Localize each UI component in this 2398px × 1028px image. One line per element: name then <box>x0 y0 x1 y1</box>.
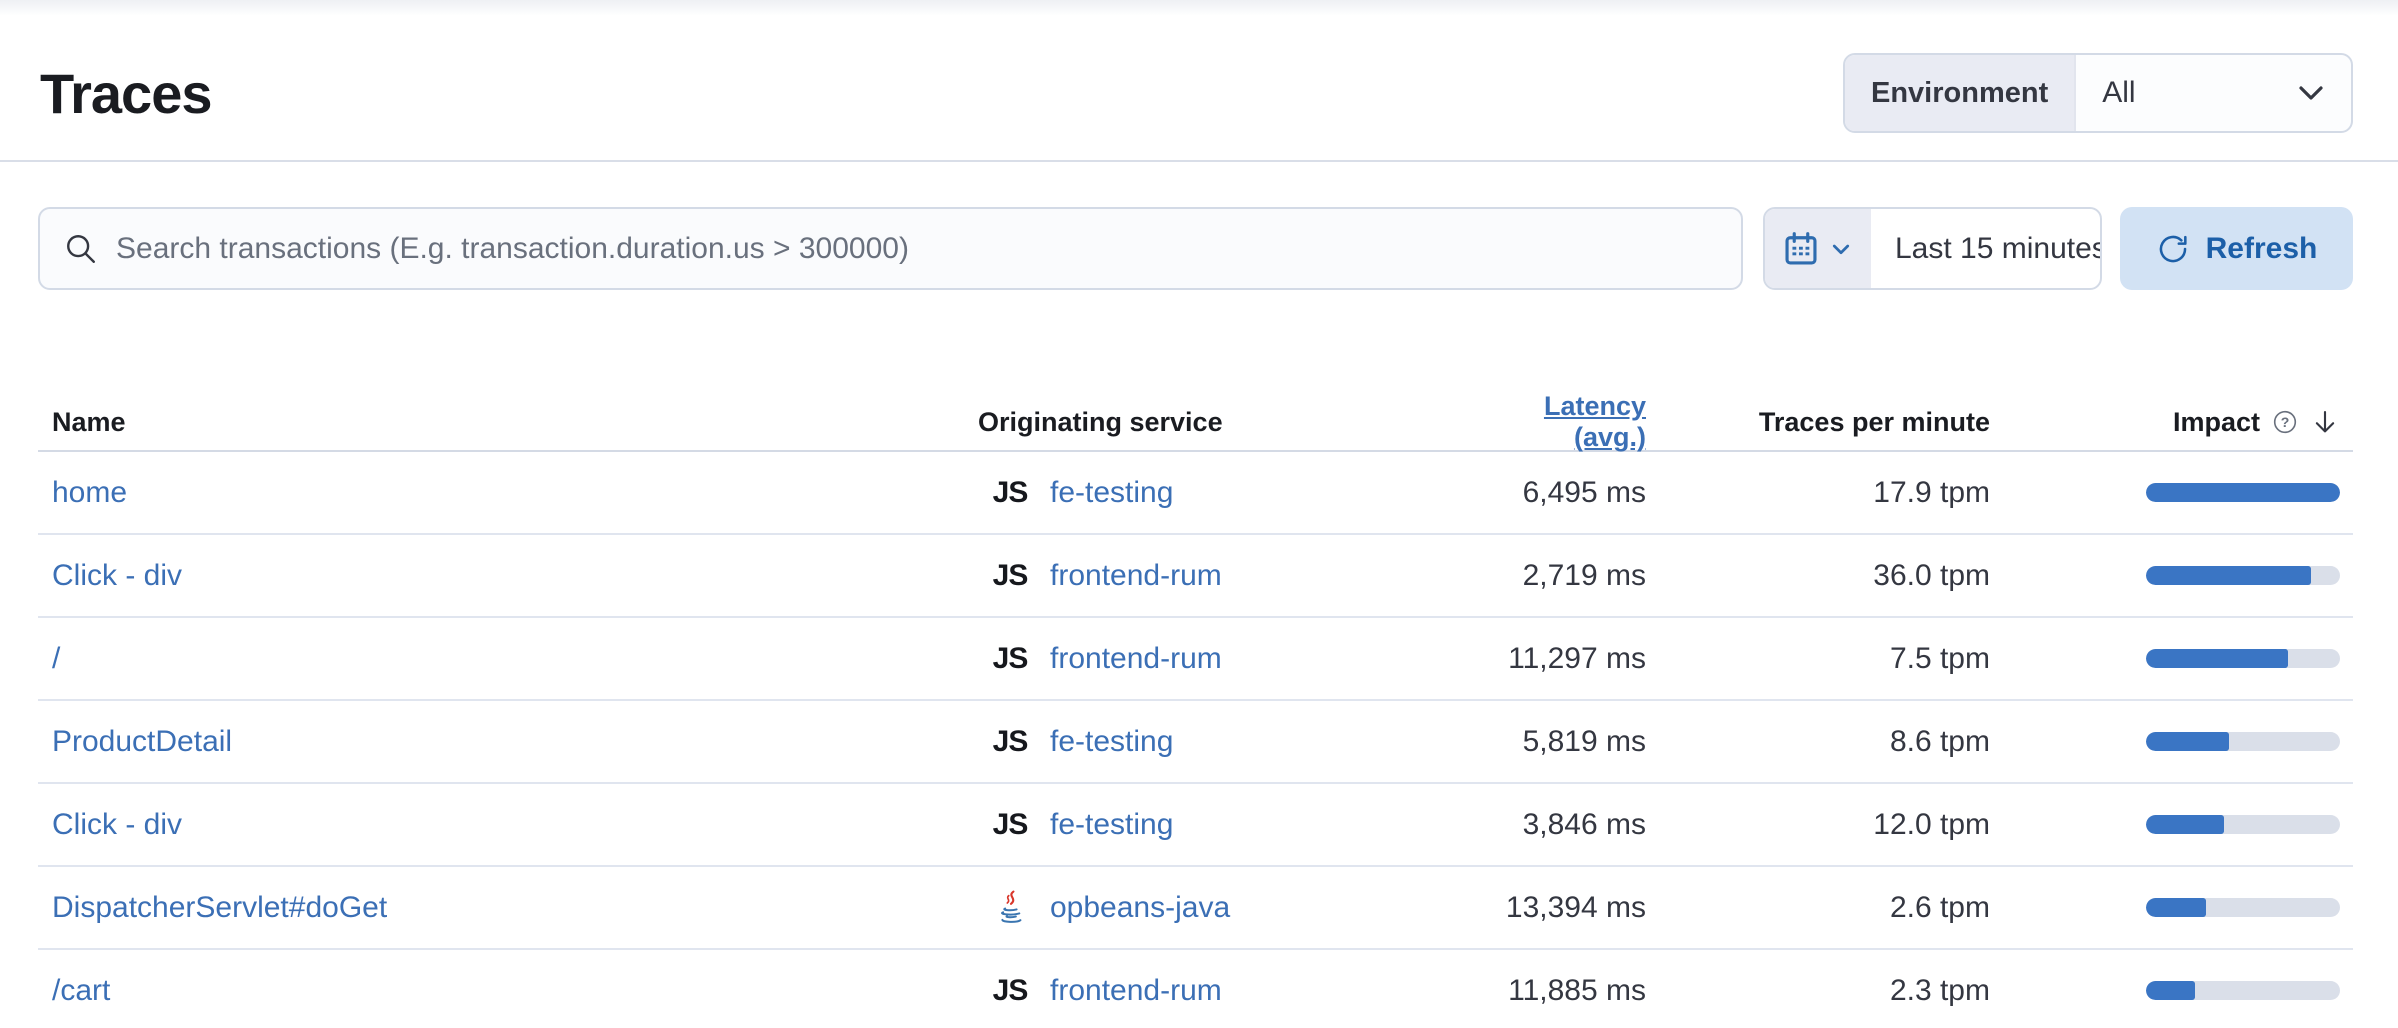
latency-value: 13,394 ms <box>1468 891 1646 925</box>
environment-value: All <box>2102 76 2135 110</box>
environment-label: Environment <box>1845 55 2076 131</box>
table-row: / JS frontend-rum 11,297 ms 7.5 tpm <box>38 618 2353 701</box>
impact-bar <box>2146 815 2340 834</box>
js-agent-icon: JS <box>993 559 1028 593</box>
chevron-down-icon <box>2295 77 2327 109</box>
transaction-name-link[interactable]: ProductDetail <box>52 725 232 758</box>
chevron-down-icon <box>1829 237 1853 261</box>
js-agent-icon: JS <box>993 642 1028 676</box>
table-header-row: Name Originating service Latency (avg.) … <box>38 394 2353 452</box>
tpm-value: 17.9 tpm <box>1646 476 1990 510</box>
tpm-value: 12.0 tpm <box>1646 808 1990 842</box>
impact-bar <box>2146 732 2340 751</box>
table-row: /cart JS frontend-rum 11,885 ms 2.3 <box>38 950 2353 1028</box>
latency-value: 5,819 ms <box>1468 725 1646 759</box>
impact-bar-fill <box>2146 649 2288 668</box>
table-row: Click - div JS frontend-rum 2,719 ms <box>38 535 2353 618</box>
js-agent-icon: JS <box>993 974 1028 1008</box>
refresh-button[interactable]: Refresh <box>2120 207 2353 290</box>
impact-bar-fill <box>2146 981 2195 1000</box>
tpm-value: 7.5 tpm <box>1646 642 1990 676</box>
tpm-value: 8.6 tpm <box>1646 725 1990 759</box>
impact-bar-fill <box>2146 815 2224 834</box>
js-agent-icon: JS <box>993 476 1028 510</box>
service-link[interactable]: fe-testing <box>1050 476 1173 510</box>
latency-value: 11,885 ms <box>1468 974 1646 1008</box>
impact-bar <box>2146 483 2340 502</box>
traces-page: Traces Environment All <box>0 0 2398 1028</box>
service-link[interactable]: opbeans-java <box>1050 891 1230 925</box>
calendar-icon <box>1783 231 1819 267</box>
table-row: home JS fe-testing 6,495 ms 17.9 tpm <box>38 452 2353 535</box>
column-header-name: Name <box>38 407 978 438</box>
column-header-service: Originating service <box>978 407 1468 438</box>
transaction-name-link[interactable]: DispatcherServlet#doGet <box>52 891 387 924</box>
latency-value: 11,297 ms <box>1468 642 1646 676</box>
tpm-value: 36.0 tpm <box>1646 559 1990 593</box>
search-input[interactable] <box>116 232 1719 266</box>
traces-table: Name Originating service Latency (avg.) … <box>38 290 2353 1028</box>
page-title: Traces <box>40 61 212 126</box>
impact-bar-fill <box>2146 898 2206 917</box>
column-header-latency[interactable]: Latency (avg.) <box>1468 391 1646 453</box>
transaction-name-link[interactable]: Click - div <box>52 808 182 841</box>
latency-value: 6,495 ms <box>1468 476 1646 510</box>
search-icon <box>64 232 98 266</box>
service-link[interactable]: frontend-rum <box>1050 974 1222 1008</box>
date-quick-select-button[interactable] <box>1765 209 1871 288</box>
impact-bar-fill <box>2146 732 2229 751</box>
top-shadow <box>0 0 2398 16</box>
transaction-name-link[interactable]: /cart <box>52 974 110 1007</box>
filter-bar: Last 15 minutes Refresh <box>38 207 2353 290</box>
tpm-value: 2.3 tpm <box>1646 974 1990 1008</box>
impact-bar <box>2146 898 2340 917</box>
impact-bar <box>2146 649 2340 668</box>
table-body: home JS fe-testing 6,495 ms 17.9 tpm <box>38 452 2353 1028</box>
table-row: DispatcherServlet#doGet JS opbeans-java <box>38 867 2353 950</box>
js-agent-icon: JS <box>993 808 1028 842</box>
java-agent-icon <box>990 888 1030 928</box>
latency-value: 2,719 ms <box>1468 559 1646 593</box>
service-link[interactable]: frontend-rum <box>1050 642 1222 676</box>
impact-bar <box>2146 566 2340 585</box>
impact-header-label: Impact <box>2173 407 2260 438</box>
js-agent-icon: JS <box>993 725 1028 759</box>
sort-descending-arrow-icon <box>2310 407 2340 437</box>
help-icon[interactable]: ? <box>2272 409 2298 435</box>
transaction-name-link[interactable]: Click - div <box>52 559 182 592</box>
page-header: Traces Environment All <box>0 0 2398 162</box>
latency-value: 3,846 ms <box>1468 808 1646 842</box>
table-row: ProductDetail JS fe-testing 5,819 ms <box>38 701 2353 784</box>
transaction-name-link[interactable]: home <box>52 476 127 509</box>
impact-bar <box>2146 981 2340 1000</box>
time-picker: Last 15 minutes <box>1763 207 2102 290</box>
service-link[interactable]: fe-testing <box>1050 725 1173 759</box>
tpm-value: 2.6 tpm <box>1646 891 1990 925</box>
refresh-icon <box>2156 232 2190 266</box>
time-range-button[interactable]: Last 15 minutes <box>1871 209 2102 288</box>
table-row: Click - div JS fe-testing 3,846 ms 1 <box>38 784 2353 867</box>
service-link[interactable]: fe-testing <box>1050 808 1173 842</box>
svg-text:?: ? <box>2281 414 2290 430</box>
environment-select[interactable]: Environment All <box>1843 53 2353 133</box>
refresh-label: Refresh <box>2206 232 2318 266</box>
column-header-tpm: Traces per minute <box>1646 407 1990 438</box>
transaction-name-link[interactable]: / <box>52 642 60 675</box>
impact-bar-fill <box>2146 566 2311 585</box>
service-link[interactable]: frontend-rum <box>1050 559 1222 593</box>
search-box <box>38 207 1743 290</box>
column-header-impact[interactable]: Impact ? <box>2173 407 2340 438</box>
impact-bar-fill <box>2146 483 2340 502</box>
